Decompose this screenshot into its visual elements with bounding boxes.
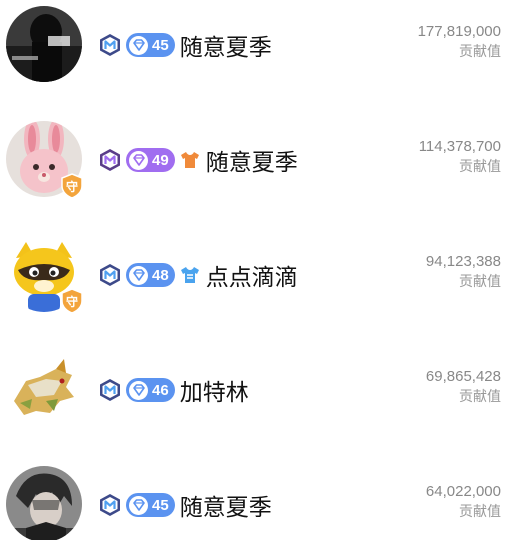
- user-info: 45 随意夏季: [98, 28, 272, 62]
- avatar[interactable]: [6, 351, 82, 427]
- score-label: 贡献值: [459, 504, 501, 520]
- username[interactable]: 点点滴滴: [206, 258, 298, 292]
- username[interactable]: 随意夏季: [180, 488, 272, 522]
- avatar[interactable]: [6, 466, 82, 540]
- armored-beast-avatar: [6, 351, 82, 427]
- contribution-score: 94,123,388 贡献值: [426, 252, 501, 292]
- username[interactable]: 随意夏季: [180, 28, 272, 62]
- score-label: 贡献值: [459, 44, 501, 60]
- level-badge: 49: [126, 148, 175, 172]
- list-item[interactable]: 46 加特林 69,865,428 贡献值: [0, 345, 509, 445]
- list-item[interactable]: 45 随意夏季 177,819,000 贡献值: [0, 0, 509, 100]
- level-number: 45: [152, 36, 169, 54]
- score-label: 贡献值: [459, 159, 501, 175]
- score-amount: 64,022,000: [425, 483, 501, 500]
- username[interactable]: 加特林: [180, 373, 249, 407]
- level-badge: 46: [126, 378, 175, 402]
- diamond-icon: [129, 150, 148, 170]
- avatar[interactable]: 守: [6, 121, 84, 199]
- member-m-badge-icon: [98, 378, 122, 402]
- diamond-icon: [129, 495, 148, 515]
- member-m-badge-icon: [98, 263, 122, 287]
- level-badge: 48: [126, 263, 175, 287]
- list-item[interactable]: 守 48 点点滴滴 94,123,388 贡献值: [0, 230, 509, 330]
- score-amount: 177,819,000: [417, 23, 501, 40]
- shirt-icon: [179, 264, 201, 286]
- contribution-score: 64,022,000 贡献值: [426, 482, 501, 522]
- level-number: 46: [152, 381, 169, 399]
- level-number: 49: [152, 151, 169, 169]
- level-badge: 45: [126, 33, 175, 57]
- member-m-badge-icon: [98, 148, 122, 172]
- score-label: 贡献值: [459, 274, 501, 290]
- guard-label: 守: [65, 180, 78, 194]
- diamond-icon: [129, 265, 148, 285]
- guard-label: 守: [65, 295, 78, 309]
- score-amount: 94,123,388: [425, 253, 501, 270]
- contribution-score: 69,865,428 贡献值: [426, 367, 501, 407]
- contribution-score: 177,819,000 贡献值: [418, 22, 501, 62]
- user-info: 48 点点滴滴: [98, 258, 298, 292]
- anime-boy-avatar: [6, 466, 82, 540]
- username[interactable]: 随意夏季: [206, 143, 298, 177]
- guard-badge-icon: 守: [60, 173, 84, 199]
- contribution-score: 114,378,700 贡献值: [419, 137, 501, 177]
- list-item[interactable]: 45 随意夏季 64,022,000 贡献值: [0, 460, 509, 540]
- user-info: 46 加特林: [98, 373, 249, 407]
- level-number: 48: [152, 266, 169, 284]
- user-info: 45 随意夏季: [98, 488, 272, 522]
- score-label: 贡献值: [459, 389, 501, 405]
- score-amount: 69,865,428: [425, 368, 501, 385]
- avatar[interactable]: 守: [6, 236, 84, 314]
- shirt-icon: [179, 149, 201, 171]
- level-number: 45: [152, 496, 169, 514]
- diamond-icon: [129, 35, 148, 55]
- avatar[interactable]: [6, 6, 82, 82]
- level-badge: 45: [126, 493, 175, 517]
- member-m-badge-icon: [98, 493, 122, 517]
- score-amount: 114,378,700: [418, 138, 501, 155]
- user-info: 49 随意夏季: [98, 143, 298, 177]
- guard-badge-icon: 守: [60, 288, 84, 314]
- member-m-badge-icon: [98, 33, 122, 57]
- list-item[interactable]: 守 49 随意夏季 114,378,700 贡献值: [0, 115, 509, 215]
- diamond-icon: [129, 380, 148, 400]
- dark-figure-avatar: [6, 6, 82, 82]
- contribution-ranking-list: 45 随意夏季 177,819,000 贡献值 守 49 随意夏季 114,37…: [0, 0, 509, 540]
